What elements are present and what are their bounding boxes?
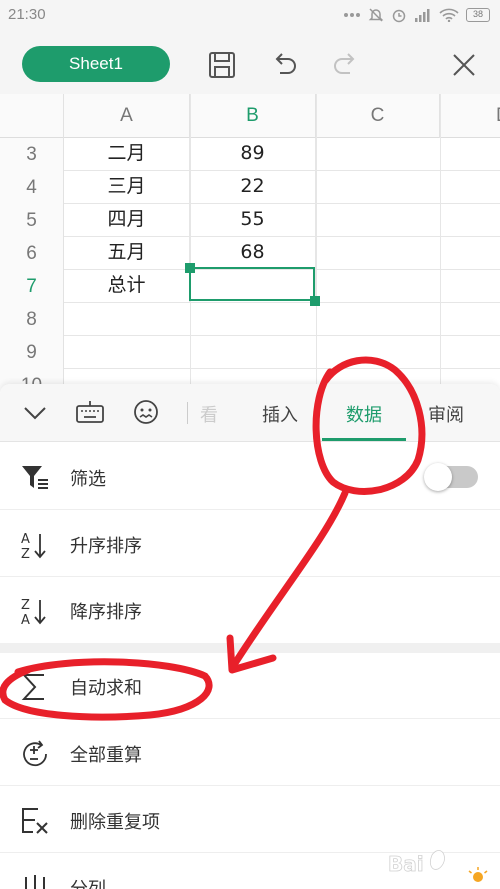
undo-icon[interactable] [268,49,300,81]
menu-item-sort-descending[interactable]: ZA 降序排序 [0,577,500,643]
filter-toggle[interactable] [424,463,478,491]
toggle-knob [424,463,452,491]
menu-item-label: 自动求和 [70,678,142,699]
menu-item-filter[interactable]: 筛选 [0,444,500,510]
redo-icon[interactable] [330,49,362,81]
corner-cell[interactable] [0,94,64,138]
section-divider [0,643,500,653]
table-row: 4 三月 22 [0,171,500,204]
toolbar: Sheet1 [0,34,500,94]
table-row: 6 五月 68 [0,237,500,270]
cell-b[interactable]: 55 [190,204,316,237]
tools-panel: 看 插入 数据 审阅 筛选 AZ 升序排序 ZA 降序排序 自动求和 全部重算 … [0,384,500,889]
menu-item-label: 删除重复项 [70,812,160,833]
panel-tab-bar: 看 插入 数据 审阅 [0,384,500,442]
spreadsheet-grid[interactable]: A B C D 3 二月 89 4 三月 22 5 四月 55 6 五月 68 … [0,94,500,394]
cell-b[interactable]: 22 [190,171,316,204]
split-columns-icon [20,873,50,889]
alarm-icon [392,9,406,23]
status-time: 21:30 [8,6,46,23]
row-number[interactable]: 9 [0,336,64,369]
close-icon[interactable] [448,49,480,81]
column-header-row: A B C D [0,94,500,138]
column-header-b[interactable]: B [190,94,316,138]
menu-item-label: 升序排序 [70,536,142,557]
row-number[interactable]: 6 [0,237,64,270]
filter-icon [20,463,50,493]
table-row: 8 [0,303,500,336]
tab-review[interactable]: 审阅 [428,401,464,427]
menu-item-recalculate[interactable]: 全部重算 [0,720,500,786]
row-number[interactable]: 4 [0,171,64,204]
active-tab-indicator [322,438,406,441]
battery-icon: 38 [466,8,490,22]
cell-a[interactable]: 二月 [64,138,190,171]
menu-item-label: 筛选 [70,469,106,490]
cell-a[interactable]: 三月 [64,171,190,204]
recalculate-icon [20,739,50,769]
status-bar: 21:30 38 [0,0,500,34]
menu-item-label: 降序排序 [70,602,142,623]
column-divider [440,94,441,394]
tab-data[interactable]: 数据 [346,401,382,427]
menu-item-autosum[interactable]: 自动求和 [0,653,500,719]
tab-partial[interactable]: 看 [200,401,218,427]
emoji-icon[interactable] [131,398,161,428]
menu-item-label: 全部重算 [70,745,142,766]
selection-handle-top-left[interactable] [185,263,195,273]
dots-icon [344,13,360,17]
sort-ascending-icon: AZ [20,530,50,560]
remove-duplicates-icon [20,806,50,836]
tab-divider [187,402,188,424]
cell-a[interactable]: 四月 [64,204,190,237]
column-header-c[interactable]: C [316,94,440,138]
cell-selection-box[interactable] [189,267,315,301]
wifi-icon [439,8,459,22]
mute-icon [368,8,384,22]
column-divider [190,94,191,394]
tab-insert[interactable]: 插入 [262,401,298,427]
row-number[interactable]: 3 [0,138,64,171]
row-number[interactable]: 8 [0,303,64,336]
cell-a[interactable]: 总计 [64,270,190,303]
column-header-d[interactable]: D [440,94,500,138]
cell-b[interactable]: 68 [190,237,316,270]
table-row: 5 四月 55 [0,204,500,237]
table-row: 3 二月 89 [0,138,500,171]
cell-b[interactable]: 89 [190,138,316,171]
menu-item-remove-duplicates[interactable]: 删除重复项 [0,787,500,853]
svg-text:Z: Z [21,547,30,560]
sort-descending-icon: ZA [20,596,50,626]
sheet-tab[interactable]: Sheet1 [22,46,170,82]
table-row: 9 [0,336,500,369]
column-divider [316,94,317,394]
collapse-chevron-icon[interactable] [20,398,50,428]
save-icon[interactable] [206,49,238,81]
cell-a[interactable]: 五月 [64,237,190,270]
signal-icon [415,9,430,22]
row-number[interactable]: 7 [0,270,64,303]
row-number[interactable]: 5 [0,204,64,237]
sigma-icon [20,672,50,702]
menu-item-split-columns[interactable]: 分列 [0,854,500,889]
svg-text:A: A [21,532,30,547]
menu-item-label: 分列 [70,875,106,889]
status-icons: 38 [343,7,490,23]
svg-text:A: A [21,613,30,626]
keyboard-icon[interactable] [75,398,105,428]
selection-handle-bottom-right[interactable] [310,296,320,306]
svg-text:Z: Z [21,598,30,613]
column-header-a[interactable]: A [64,94,190,138]
menu-item-sort-ascending[interactable]: AZ 升序排序 [0,511,500,577]
